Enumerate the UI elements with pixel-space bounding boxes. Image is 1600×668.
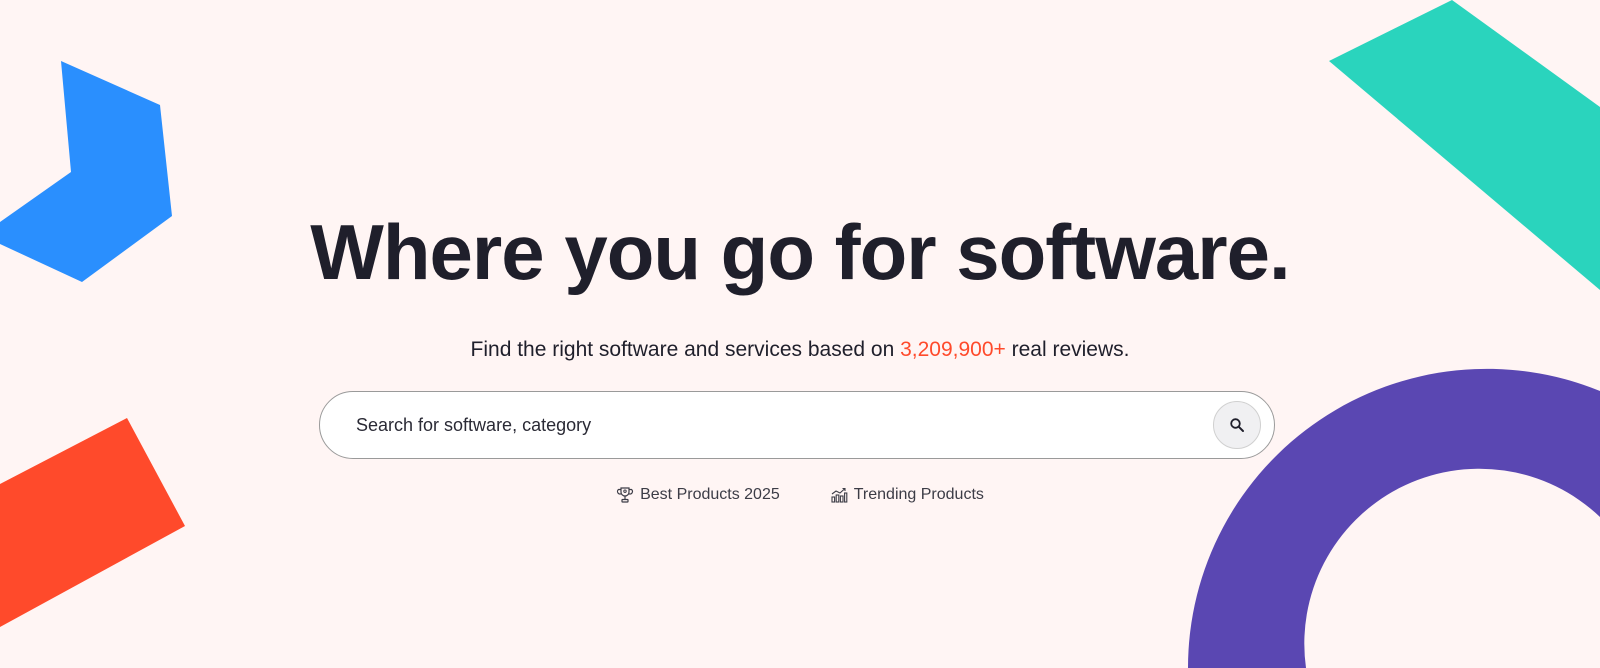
search-bar bbox=[319, 391, 1275, 459]
page-title: Where you go for software. bbox=[310, 208, 1290, 296]
review-count: 3,209,900+ bbox=[900, 338, 1006, 361]
hero-section: Where you go for software. Find the righ… bbox=[0, 0, 1600, 668]
subtitle-suffix: real reviews. bbox=[1005, 338, 1130, 361]
trending-chart-icon bbox=[831, 487, 848, 503]
subtitle-prefix: Find the right software and services bas… bbox=[470, 338, 901, 361]
search-input[interactable] bbox=[320, 392, 1213, 458]
search-icon bbox=[1230, 418, 1244, 432]
trending-products-label: Trending Products bbox=[853, 486, 984, 503]
trending-products-link[interactable]: Trending Products bbox=[830, 484, 984, 506]
best-products-label: Best Products 2025 bbox=[640, 486, 780, 503]
best-products-link[interactable]: Best Products 2025 bbox=[616, 484, 780, 506]
quick-links: Best Products 2025 Trending Products bbox=[0, 484, 1600, 506]
trophy-icon bbox=[617, 487, 634, 503]
search-button[interactable] bbox=[1213, 401, 1261, 449]
hero-subtitle: Find the right software and services bas… bbox=[0, 335, 1600, 365]
